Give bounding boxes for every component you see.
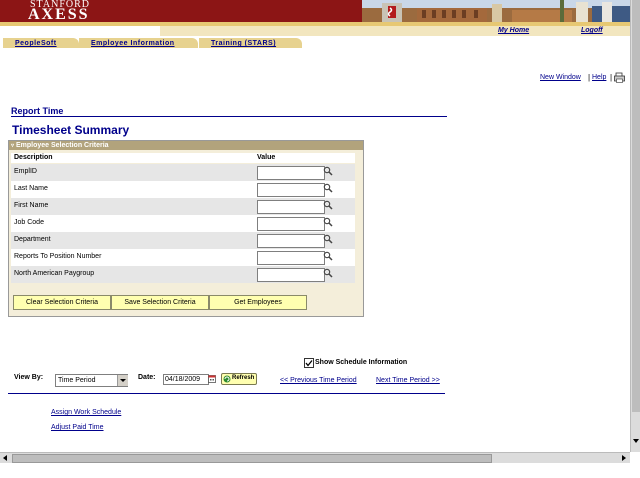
search-icon[interactable]: [323, 268, 333, 278]
criteria-row-paygroup: North American Paygroup: [11, 266, 355, 283]
save-selection-criteria-button[interactable]: Save Selection Criteria: [111, 295, 209, 310]
calendar-icon[interactable]: [208, 375, 216, 383]
paygroup-input[interactable]: [257, 268, 325, 282]
clear-selection-criteria-button[interactable]: Clear Selection Criteria: [13, 295, 111, 310]
campus-photo: [362, 0, 630, 22]
tab-training-stars[interactable]: Training (STARS): [199, 38, 302, 48]
scroll-down-arrow-icon[interactable]: [632, 437, 640, 445]
vertical-scroll-thumb[interactable]: [632, 0, 640, 412]
job-code-input[interactable]: [257, 217, 325, 231]
view-divider: [8, 393, 445, 394]
refresh-icon: [223, 375, 231, 383]
campus-photo-banner: [362, 0, 630, 22]
view-by-select[interactable]: Time Period: [55, 374, 128, 387]
search-icon[interactable]: [323, 166, 333, 176]
separator: |: [610, 73, 613, 82]
criteria-row-emplid: EmplID: [11, 164, 355, 181]
help-link[interactable]: Help: [592, 74, 606, 81]
tab-label: Employee Information: [91, 40, 175, 47]
tab-label: Training (STARS): [211, 40, 277, 47]
horizontal-scrollbar[interactable]: [0, 452, 630, 463]
previous-time-period-link[interactable]: << Previous Time Period: [280, 377, 357, 384]
top-nav-strip: [160, 26, 630, 36]
department-input[interactable]: [257, 234, 325, 248]
search-icon[interactable]: [323, 217, 333, 227]
print-icon[interactable]: [614, 72, 625, 83]
horizontal-scroll-thumb[interactable]: [12, 454, 492, 463]
tab-employee-information[interactable]: Employee Information: [79, 38, 198, 48]
criteria-row-last-name: Last Name: [11, 181, 355, 198]
date-input[interactable]: [163, 374, 209, 385]
assign-work-schedule-link[interactable]: Assign Work Schedule: [51, 409, 121, 416]
employee-selection-criteria-panel: ▿ Employee Selection Criteria Descriptio…: [8, 140, 364, 317]
criteria-row-department: Department: [11, 232, 355, 249]
show-schedule-checkbox[interactable]: [304, 358, 314, 368]
get-employees-button[interactable]: Get Employees: [209, 295, 307, 310]
search-icon[interactable]: [323, 251, 333, 261]
title-divider: [11, 116, 447, 117]
col-description: Description: [14, 154, 53, 161]
criteria-header-label: Employee Selection Criteria: [15, 142, 109, 149]
chevron-down-icon[interactable]: [117, 375, 128, 386]
criteria-row-first-name: First Name: [11, 198, 355, 215]
search-icon[interactable]: [323, 200, 333, 210]
logoff-link[interactable]: Logoff: [581, 27, 603, 34]
row-label: Reports To Position Number: [14, 253, 102, 260]
scroll-left-arrow-icon[interactable]: [1, 454, 9, 462]
my-home-link[interactable]: My Home: [498, 27, 529, 34]
separator: |: [588, 73, 591, 82]
row-label: Department: [14, 236, 51, 243]
refresh-button[interactable]: Refresh: [221, 373, 257, 385]
search-icon[interactable]: [323, 183, 333, 193]
next-time-period-link[interactable]: Next Time Period >>: [376, 377, 440, 384]
criteria-row-reports-to: Reports To Position Number: [11, 249, 355, 266]
show-schedule-label: Show Schedule Information: [315, 359, 408, 366]
new-window-link[interactable]: New Window: [540, 74, 581, 81]
view-by-value: Time Period: [58, 377, 96, 384]
page-label: Report Time: [11, 106, 64, 116]
criteria-row-job-code: Job Code: [11, 215, 355, 232]
collapse-arrow-icon: ▿: [11, 143, 15, 149]
row-label: Job Code: [14, 219, 44, 226]
scroll-right-arrow-icon[interactable]: [620, 454, 628, 462]
tab-label: PeopleSoft: [15, 40, 57, 47]
row-label: First Name: [14, 202, 49, 209]
criteria-table-header: Description Value: [11, 153, 355, 163]
emplid-input[interactable]: [257, 166, 325, 180]
last-name-input[interactable]: [257, 183, 325, 197]
search-icon[interactable]: [323, 234, 333, 244]
date-label: Date:: [138, 374, 156, 381]
vertical-scrollbar[interactable]: [630, 0, 640, 452]
adjust-paid-time-link[interactable]: Adjust Paid Time: [51, 424, 104, 431]
tab-peoplesoft[interactable]: PeopleSoft: [3, 38, 79, 48]
reports-to-position-input[interactable]: [257, 251, 325, 265]
first-name-input[interactable]: [257, 200, 325, 214]
row-label: EmplID: [14, 168, 37, 175]
page-title: Timesheet Summary: [12, 123, 130, 137]
row-label: Last Name: [14, 185, 48, 192]
row-label: North American Paygroup: [14, 270, 95, 277]
view-by-label: View By:: [14, 374, 44, 381]
refresh-label: Refresh: [232, 375, 255, 381]
criteria-header[interactable]: ▿ Employee Selection Criteria: [9, 141, 363, 150]
col-value: Value: [257, 154, 276, 161]
